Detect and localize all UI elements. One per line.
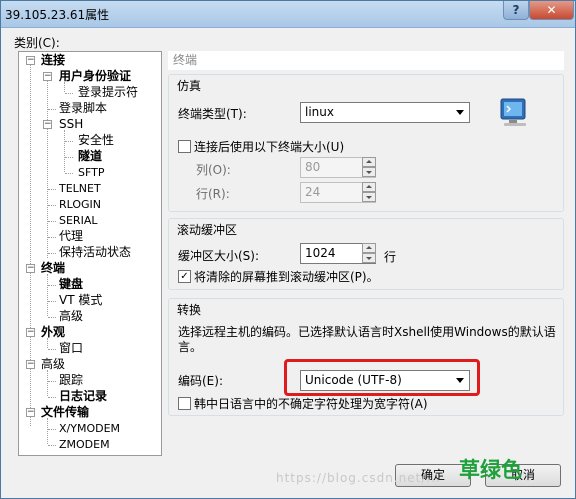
scrollback-group-title: 滚动缓冲区 — [177, 223, 238, 237]
use-size-label: 连接后使用以下终端大小(U) — [194, 140, 345, 154]
properties-dialog: 39.105.23.61属性 ? ✕ 类别(C): − 连接 − 用户身份验证 … — [0, 0, 576, 499]
category-label: 类别(C): — [14, 36, 60, 50]
emulation-group: 仿真 终端类型(T): linux 连接后使用以下终端大小(U) 列(O): 8… — [168, 74, 564, 212]
tree-item-keyboard[interactable]: 键盘 — [59, 277, 83, 292]
cols-spinner[interactable]: 80 — [300, 157, 376, 178]
terminal-type-label: 终端类型(T): — [178, 107, 247, 121]
tree-item-terminal[interactable]: 终端 — [41, 261, 65, 276]
tree-item-tunnel[interactable]: 隧道 — [78, 149, 102, 164]
tree-item-login-prompt[interactable]: 登录提示符 — [78, 85, 138, 100]
emulation-group-title: 仿真 — [177, 79, 202, 93]
expand-toggle-appearance[interactable]: − — [26, 328, 35, 337]
help-button[interactable]: ? — [503, 1, 529, 20]
tree-item-connection[interactable]: 连接 — [41, 53, 65, 68]
expand-toggle-connection[interactable]: − — [26, 56, 35, 65]
buffer-size-value: 1024 — [305, 246, 336, 260]
terminal-icon — [500, 98, 526, 126]
tree-item-sftp[interactable]: SFTP — [78, 165, 104, 180]
translation-description: 选择远程主机的编码。已选择默认语言时Xshell使用Windows的默认语言。 — [178, 325, 556, 354]
terminal-type-select[interactable]: linux — [300, 102, 470, 123]
spin-down-icon[interactable] — [362, 253, 376, 263]
push-cleared-checkbox[interactable]: ✓ — [178, 270, 191, 283]
use-size-checkbox[interactable] — [178, 140, 191, 153]
tree-item-serial[interactable]: SERIAL — [59, 213, 97, 228]
tree-item-logging[interactable]: 日志记录 — [59, 389, 107, 404]
tree-item-proxy[interactable]: 代理 — [59, 229, 83, 244]
expand-toggle-advanced[interactable]: − — [26, 360, 35, 369]
tree-item-terminal-advanced[interactable]: 高级 — [59, 309, 83, 324]
rows-value: 24 — [305, 185, 321, 199]
close-button[interactable]: ✕ — [529, 1, 574, 20]
spin-down-icon[interactable] — [362, 167, 376, 177]
expand-toggle-terminal[interactable]: − — [26, 264, 35, 273]
spin-up-icon[interactable] — [362, 243, 376, 253]
watermark-brand: 草绿色 — [459, 458, 522, 482]
tree-item-rlogin[interactable]: RLOGIN — [59, 197, 101, 212]
scrollback-group: 滚动缓冲区 缓冲区大小(S): 1024 行 ✓ 将清除的屏幕推到滚动缓冲区(P… — [168, 218, 564, 290]
tree-item-keepalive[interactable]: 保持活动状态 — [59, 245, 131, 260]
encoding-label: 编码(E): — [178, 374, 223, 388]
tree-item-file-transfer[interactable]: 文件传输 — [41, 405, 89, 420]
buffer-size-spinner[interactable]: 1024 — [300, 243, 376, 264]
window-title: 39.105.23.61属性 — [5, 8, 110, 22]
expand-toggle-ssh[interactable]: − — [43, 120, 52, 129]
rows-spinner[interactable]: 24 — [300, 182, 376, 203]
expand-toggle-file-transfer[interactable]: − — [26, 408, 35, 417]
tree-item-telnet[interactable]: TELNET — [59, 181, 101, 196]
cols-label: 列(O): — [196, 163, 231, 177]
buffer-size-label: 缓冲区大小(S): — [178, 249, 260, 263]
spin-down-icon[interactable] — [362, 192, 376, 202]
chevron-down-icon — [456, 110, 464, 115]
cjk-wide-checkbox[interactable] — [178, 397, 191, 410]
watermark-url: https://blog.csdn.net/... — [276, 471, 441, 485]
title-bar[interactable]: 39.105.23.61属性 — [1, 1, 575, 28]
tree-item-vt-mode[interactable]: VT 模式 — [59, 293, 102, 308]
section-header: 终端 — [168, 51, 564, 70]
tree-item-trace[interactable]: 跟踪 — [59, 373, 83, 388]
terminal-type-value: linux — [305, 105, 334, 119]
tree-item-appearance[interactable]: 外观 — [41, 325, 65, 340]
tree-item-zmodem[interactable]: ZMODEM — [59, 437, 110, 452]
category-tree[interactable]: − 连接 − 用户身份验证 登录提示符 登录脚本 − SSH 安全性 隧道 SF… — [18, 51, 162, 456]
tree-item-login-script[interactable]: 登录脚本 — [59, 101, 107, 116]
tree-item-window[interactable]: 窗口 — [59, 341, 83, 356]
tree-item-advanced[interactable]: 高级 — [41, 357, 65, 372]
spin-up-icon[interactable] — [362, 182, 376, 192]
translation-group: 转换 选择远程主机的编码。已选择默认语言时Xshell使用Windows的默认语… — [168, 298, 564, 416]
buffer-size-unit: 行 — [384, 250, 397, 264]
translation-group-title: 转换 — [177, 303, 202, 317]
expand-toggle-auth[interactable]: − — [43, 72, 52, 81]
tree-item-ssh[interactable]: SSH — [59, 117, 83, 132]
cjk-wide-label: 韩中日语言中的不确定字符处理为宽字符(A) — [194, 397, 428, 411]
rows-label: 行(R): — [196, 187, 230, 201]
push-cleared-label: 将清除的屏幕推到滚动缓冲区(P)。 — [194, 270, 379, 284]
tree-item-security[interactable]: 安全性 — [78, 133, 114, 148]
tree-item-auth[interactable]: 用户身份验证 — [59, 69, 131, 84]
tree-item-xymodem[interactable]: X/YMODEM — [59, 421, 120, 436]
spin-up-icon[interactable] — [362, 157, 376, 167]
encoding-highlight — [284, 359, 480, 396]
cols-value: 80 — [305, 160, 321, 174]
